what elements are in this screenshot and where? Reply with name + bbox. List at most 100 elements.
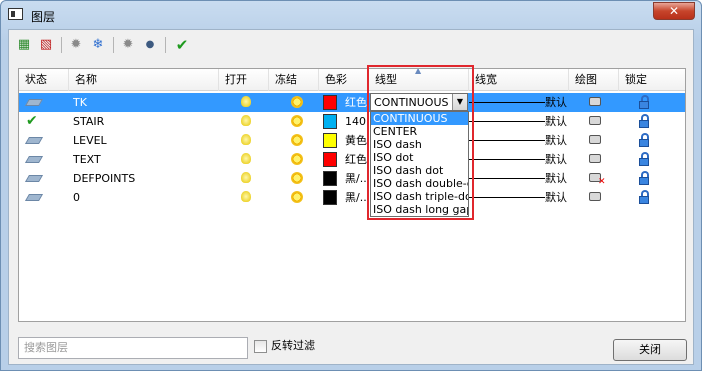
lineweight-value[interactable]: 默认 [545, 150, 573, 169]
unlock-icon[interactable] [639, 190, 649, 204]
linetype-option[interactable]: ISO dash dot [371, 164, 468, 177]
lineweight-value[interactable]: 默认 [545, 169, 573, 188]
color-label[interactable]: 红色 [345, 150, 369, 169]
col-lineweight[interactable]: 线宽 [469, 69, 569, 91]
unlock-icon[interactable] [639, 152, 649, 166]
title-bar[interactable]: 图层 ✕ [1, 1, 701, 29]
color-label[interactable]: 140 [345, 112, 369, 131]
col-freeze[interactable]: 冻结 [269, 69, 319, 91]
linetype-option[interactable]: ISO dash triple-do [371, 190, 468, 203]
delete-layer-icon[interactable]: ▧ [35, 34, 57, 56]
lightbulb-on-icon[interactable] [241, 96, 251, 107]
lineweight-value[interactable]: 默认 [545, 131, 573, 150]
printer-disabled-icon[interactable]: ✕ [589, 173, 606, 187]
lineweight-value[interactable]: 默认 [545, 188, 573, 207]
col-status[interactable]: 状态 [19, 69, 69, 91]
sun-thawed-icon[interactable] [291, 115, 303, 127]
layer-name[interactable]: TEXT [73, 150, 213, 169]
col-lock[interactable]: 锁定 [619, 69, 685, 91]
layer-icon[interactable] [19, 188, 69, 207]
linetype-option[interactable]: ISO dash [371, 138, 468, 151]
printer-icon[interactable] [589, 154, 601, 163]
layer-name[interactable]: LEVEL [73, 131, 213, 150]
snowflake-icon[interactable]: ❄ [87, 34, 109, 56]
color-swatch[interactable] [323, 171, 337, 186]
unlock-icon[interactable] [639, 171, 649, 185]
layer-name[interactable]: TK [73, 93, 213, 112]
close-button[interactable]: 关闭 [613, 339, 687, 361]
unlock-icon[interactable] [639, 133, 649, 147]
invert-filter-checkbox[interactable] [254, 340, 267, 353]
lineweight-line [469, 102, 545, 103]
sun-thawed-icon[interactable] [291, 96, 303, 108]
sort-ascending-icon: ▲ [415, 68, 422, 75]
lightbulb-on-icon[interactable] [241, 115, 251, 126]
light-off-icon[interactable]: ✹ [65, 34, 87, 56]
color-label[interactable]: 黑/... [345, 188, 369, 207]
layers-window: 图层 ✕ ▦ ▧ ✹ ❄ ✹ ● ✔ 状态 名称 打开 冻结 色彩 线型 线宽 [0, 0, 702, 371]
sun-thawed-icon[interactable] [291, 134, 303, 146]
table-row[interactable]: TK 红色 默认 [19, 93, 685, 112]
new-layer-icon[interactable]: ▦ [13, 34, 35, 56]
printer-icon[interactable] [589, 97, 601, 106]
layer-icon[interactable] [19, 169, 69, 188]
layer-name[interactable]: STAIR [73, 112, 213, 131]
col-color[interactable]: 色彩 [319, 69, 369, 91]
bulb-icon[interactable]: ● [139, 34, 161, 56]
layer-name[interactable]: DEFPOINTS [73, 169, 213, 188]
lamp-icon[interactable]: ✹ [117, 34, 139, 56]
printer-icon[interactable] [589, 135, 601, 144]
current-layer-check-icon[interactable]: ✔ [19, 112, 69, 131]
linetype-option[interactable]: CONTINUOUS [371, 112, 468, 125]
lineweight-line [469, 197, 545, 198]
color-label[interactable]: 黑/... [345, 169, 369, 188]
color-swatch[interactable] [323, 190, 337, 205]
lineweight-value[interactable]: 默认 [545, 93, 573, 112]
toolbar-separator [165, 37, 166, 53]
set-current-check-icon[interactable]: ✔ [171, 34, 193, 56]
color-label[interactable]: 黄色 [345, 131, 369, 150]
col-name[interactable]: 名称 [69, 69, 219, 91]
unlock-icon[interactable] [639, 114, 649, 128]
linetype-option[interactable]: CENTER [371, 125, 468, 138]
layer-icon[interactable] [19, 93, 69, 112]
window-close-button[interactable]: ✕ [653, 2, 695, 20]
table-row[interactable]: LEVEL 黄色 默认 [19, 131, 685, 150]
lightbulb-on-icon[interactable] [241, 191, 251, 202]
table-row[interactable]: DEFPOINTS 黑/... 默认 ✕ [19, 169, 685, 188]
unlock-icon[interactable] [639, 95, 649, 109]
linetype-combobox[interactable]: CONTINUOUS ▼ [370, 93, 468, 111]
lightbulb-on-icon[interactable] [241, 153, 251, 164]
color-swatch[interactable] [323, 114, 337, 129]
lightbulb-on-icon[interactable] [241, 134, 251, 145]
printer-icon[interactable] [589, 116, 601, 125]
table-row[interactable]: ✔ STAIR 140 默认 [19, 112, 685, 131]
sun-thawed-icon[interactable] [291, 191, 303, 203]
color-swatch[interactable] [323, 95, 337, 110]
search-layers-input[interactable]: 搜索图层 [18, 337, 248, 359]
table-row[interactable]: 0 黑/... 默认 [19, 188, 685, 207]
linetype-dropdown-list: CONTINUOUS CENTER ISO dash ISO dot ISO dash … [370, 111, 469, 217]
color-swatch[interactable] [323, 133, 337, 148]
col-plot[interactable]: 绘图 [569, 69, 619, 91]
toolbar-separator [61, 37, 62, 53]
invert-filter-label: 反转过滤 [271, 339, 315, 352]
sun-thawed-icon[interactable] [291, 153, 303, 165]
color-swatch[interactable] [323, 152, 337, 167]
chevron-down-icon[interactable]: ▼ [452, 94, 467, 110]
linetype-option[interactable]: ISO dot [371, 151, 468, 164]
lineweight-value[interactable]: 默认 [545, 112, 573, 131]
linetype-option[interactable]: ISO dash long gap [371, 203, 468, 216]
printer-icon[interactable] [589, 192, 601, 201]
color-label[interactable]: 红色 [345, 93, 369, 112]
layer-icon[interactable] [19, 150, 69, 169]
lightbulb-on-icon[interactable] [241, 172, 251, 183]
linetype-option[interactable]: ISO dash double-d [371, 177, 468, 190]
lineweight-line [469, 159, 545, 160]
col-on[interactable]: 打开 [219, 69, 269, 91]
layer-name[interactable]: 0 [73, 188, 213, 207]
layer-icon[interactable] [19, 131, 69, 150]
table-row[interactable]: TEXT 红色 默认 [19, 150, 685, 169]
sun-thawed-icon[interactable] [291, 172, 303, 184]
lineweight-line [469, 140, 545, 141]
